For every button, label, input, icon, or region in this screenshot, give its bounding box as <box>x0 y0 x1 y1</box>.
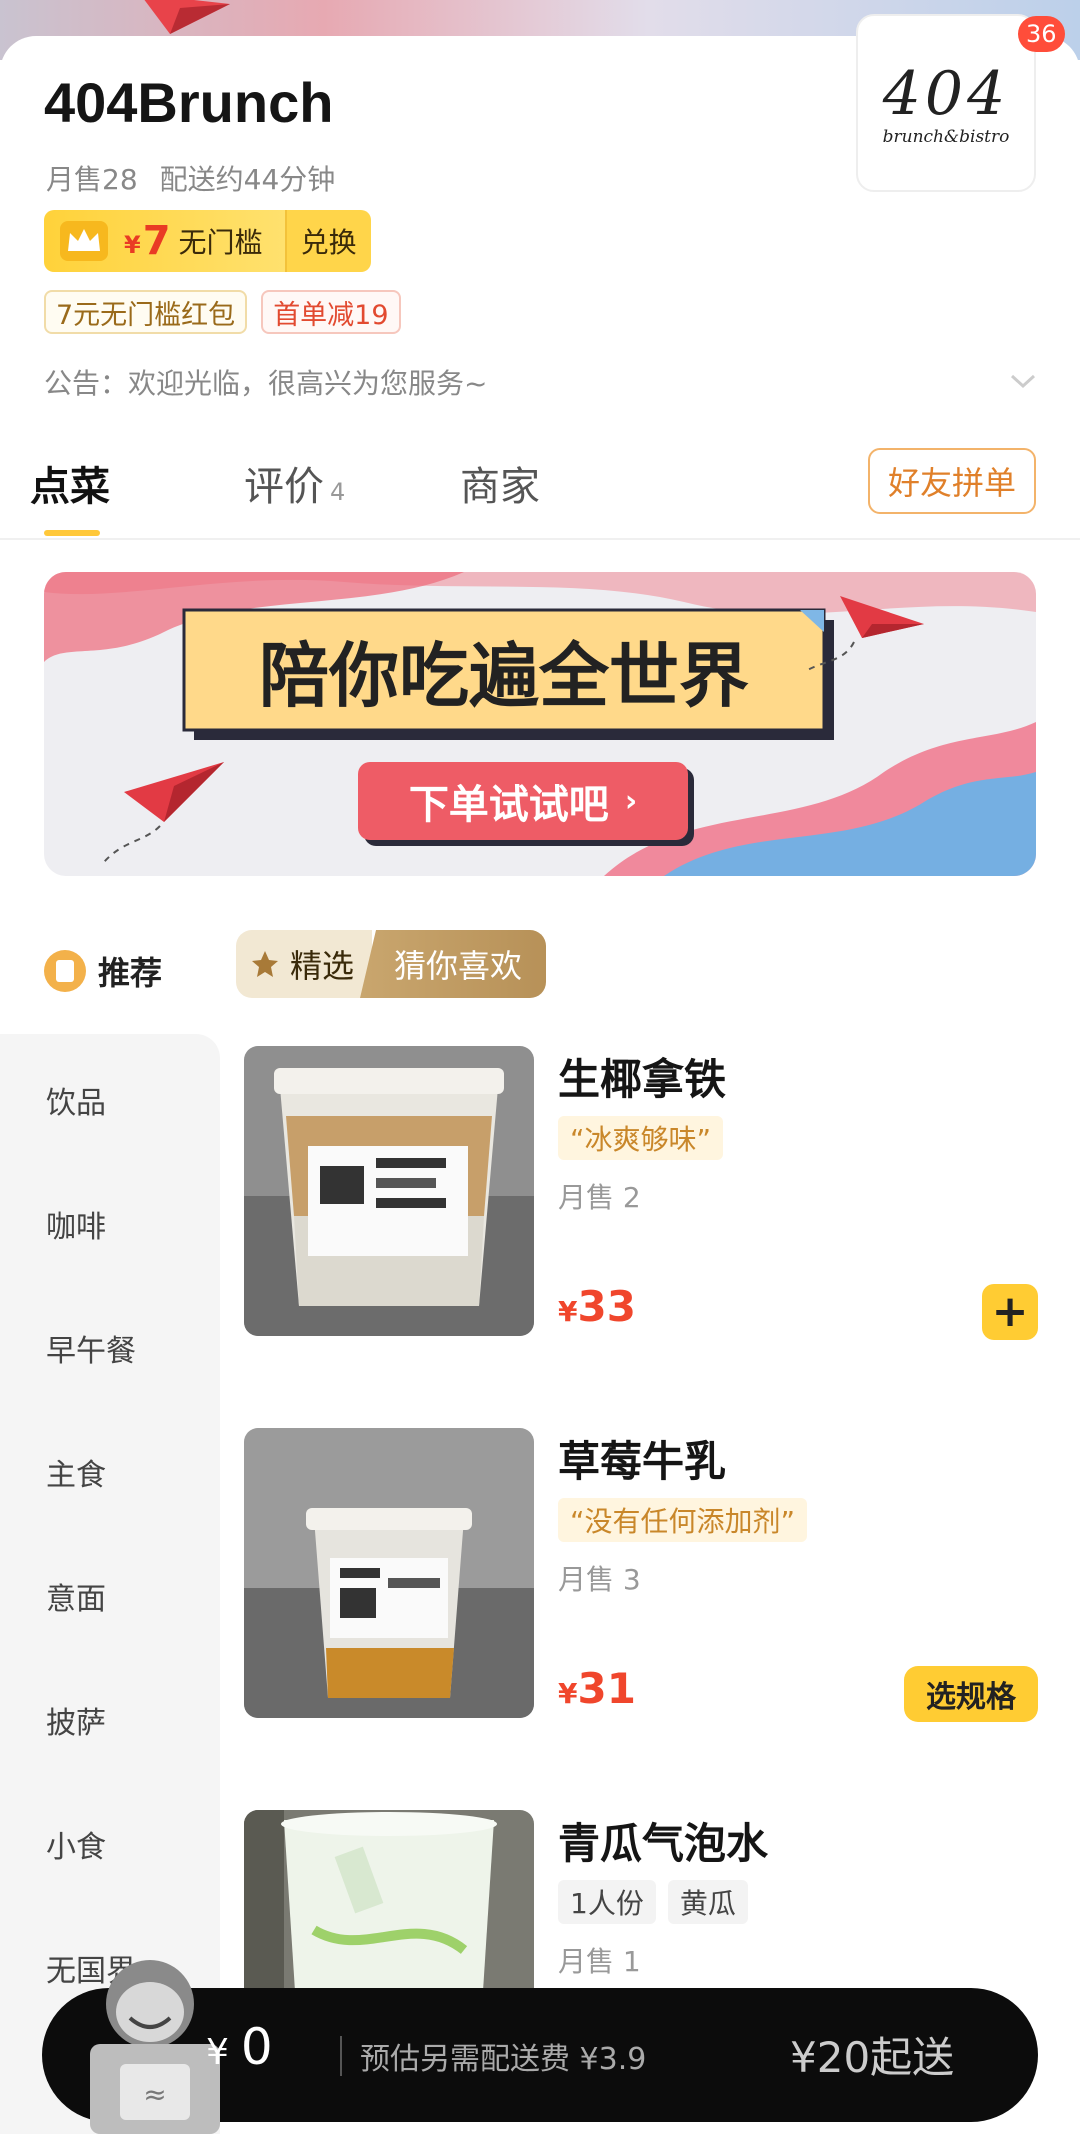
category-header[interactable]: 推荐 <box>44 948 162 994</box>
product-name: 青瓜气泡水 <box>558 1819 769 1868</box>
group-order-button[interactable]: 好友拼单 <box>868 448 1036 514</box>
sidebar-item-drinks[interactable]: 饮品 <box>46 1078 106 1122</box>
notification-badge: 36 <box>1018 16 1065 52</box>
sidebar-item-staple[interactable]: 主食 <box>46 1450 106 1494</box>
cart-currency: ¥ <box>206 2032 229 2073</box>
product-photo[interactable] <box>244 1046 534 1336</box>
vip-voucher[interactable]: ¥ 7 无门槛 兑换 <box>44 210 371 272</box>
product-slogan: “没有任何添加剂” <box>558 1498 808 1542</box>
choose-spec-button[interactable]: 选规格 <box>904 1666 1038 1722</box>
chevron-down-icon[interactable] <box>1008 370 1038 392</box>
delivery-fee-estimate: 预估另需配送费 ¥3.9 <box>360 2042 647 2077</box>
tab-order[interactable]: 点菜 <box>30 454 110 512</box>
vip-voucher-info: ¥ 7 无门槛 <box>44 210 285 272</box>
delivery-time: 配送约44分钟 <box>159 163 336 196</box>
filter-toggle[interactable]: 精选 猜你喜欢 <box>236 930 547 998</box>
product-name: 草莓牛乳 <box>558 1437 727 1486</box>
cart-total-value: 0 <box>240 2018 273 2076</box>
tab-reviews-count: 4 <box>330 478 346 506</box>
svg-text:≈: ≈ <box>143 2078 166 2111</box>
crown-icon <box>60 221 108 261</box>
logo-main-text: 404 <box>882 59 1010 129</box>
sidebar-item-coffee[interactable]: 咖啡 <box>46 1202 106 1246</box>
strawberry-milk-cup-image <box>244 1428 534 1718</box>
vip-redeem-button[interactable]: 兑换 <box>284 210 371 272</box>
promo-banner[interactable]: 陪你吃遍全世界 下单试试吧 › <box>44 572 1036 876</box>
vip-currency: ¥ <box>124 231 141 259</box>
tab-merchant[interactable]: 商家 <box>460 454 540 512</box>
recommend-icon <box>44 950 86 992</box>
banner-cta[interactable]: 下单试试吧 › <box>358 762 688 840</box>
price-value: 33 <box>577 1282 636 1331</box>
product-sales: 月售 2 <box>558 1181 641 1214</box>
banner-headline: 陪你吃遍全世界 <box>259 634 749 717</box>
paper-plane-icon <box>144 0 230 34</box>
vip-amount: 7 <box>142 218 171 264</box>
filter-guess-you-like[interactable]: 猜你喜欢 <box>360 930 547 998</box>
cart-total: ¥0 <box>206 2018 273 2076</box>
latte-cup-image <box>244 1046 534 1336</box>
product-tags: 1人份 黄瓜 <box>558 1880 748 1924</box>
minimum-order: ¥20起送 <box>790 2033 955 2082</box>
shop-notice[interactable]: 公告：欢迎光临，很高兴为您服务~ <box>44 362 487 402</box>
product-sales: 月售 1 <box>558 1945 641 1978</box>
sidebar-item-brunch[interactable]: 早午餐 <box>46 1326 136 1370</box>
star-icon <box>252 951 278 977</box>
product-tag: 1人份 <box>558 1880 656 1924</box>
coupon-red-packet[interactable]: 7元无门槛红包 <box>44 290 248 334</box>
monthly-sales: 月售28 <box>46 163 138 196</box>
chevron-right-icon: › <box>624 783 638 819</box>
coupon-first-order[interactable]: 首单减19 <box>261 290 401 334</box>
product-photo[interactable] <box>244 1428 534 1718</box>
tab-reviews[interactable]: 评价 4 <box>244 454 345 512</box>
shop-meta: 月售28 配送约44分钟 <box>46 158 335 198</box>
sidebar-item-pizza[interactable]: 披萨 <box>46 1698 106 1742</box>
active-tab-indicator <box>44 530 100 536</box>
add-to-cart-button[interactable]: + <box>982 1284 1038 1340</box>
filter-featured[interactable]: 精选 <box>236 930 373 998</box>
product-price: ¥31 <box>558 1664 636 1713</box>
category-title: 推荐 <box>98 954 163 992</box>
product-slogan: “冰爽够味” <box>558 1116 724 1160</box>
product-sales: 月售 3 <box>558 1563 641 1596</box>
filter-featured-label: 精选 <box>290 947 355 985</box>
coupon-row: 7元无门槛红包 首单减19 <box>44 290 401 334</box>
shop-name: 404Brunch <box>44 71 334 134</box>
product-tag: 黄瓜 <box>667 1880 748 1924</box>
shop-logo[interactable]: 404 brunch&bistro <box>856 14 1036 192</box>
tab-merchant-label: 商家 <box>460 464 540 510</box>
price-value: 31 <box>577 1664 636 1713</box>
product-name: 生椰拿铁 <box>558 1055 727 1104</box>
tab-reviews-label: 评价 <box>244 464 324 510</box>
price-currency: ¥ <box>558 1677 578 1710</box>
logo-sub-text: brunch&bistro <box>882 127 1010 147</box>
sidebar-item-snacks[interactable]: 小食 <box>46 1822 106 1866</box>
product-price: ¥33 <box>558 1282 636 1331</box>
price-currency: ¥ <box>558 1295 578 1328</box>
vip-text: 无门槛 <box>178 226 263 259</box>
sidebar-item-pasta[interactable]: 意面 <box>46 1574 106 1618</box>
cart-divider <box>340 2036 342 2076</box>
banner-cta-label: 下单试试吧 <box>408 782 609 828</box>
tab-order-label: 点菜 <box>30 464 110 510</box>
